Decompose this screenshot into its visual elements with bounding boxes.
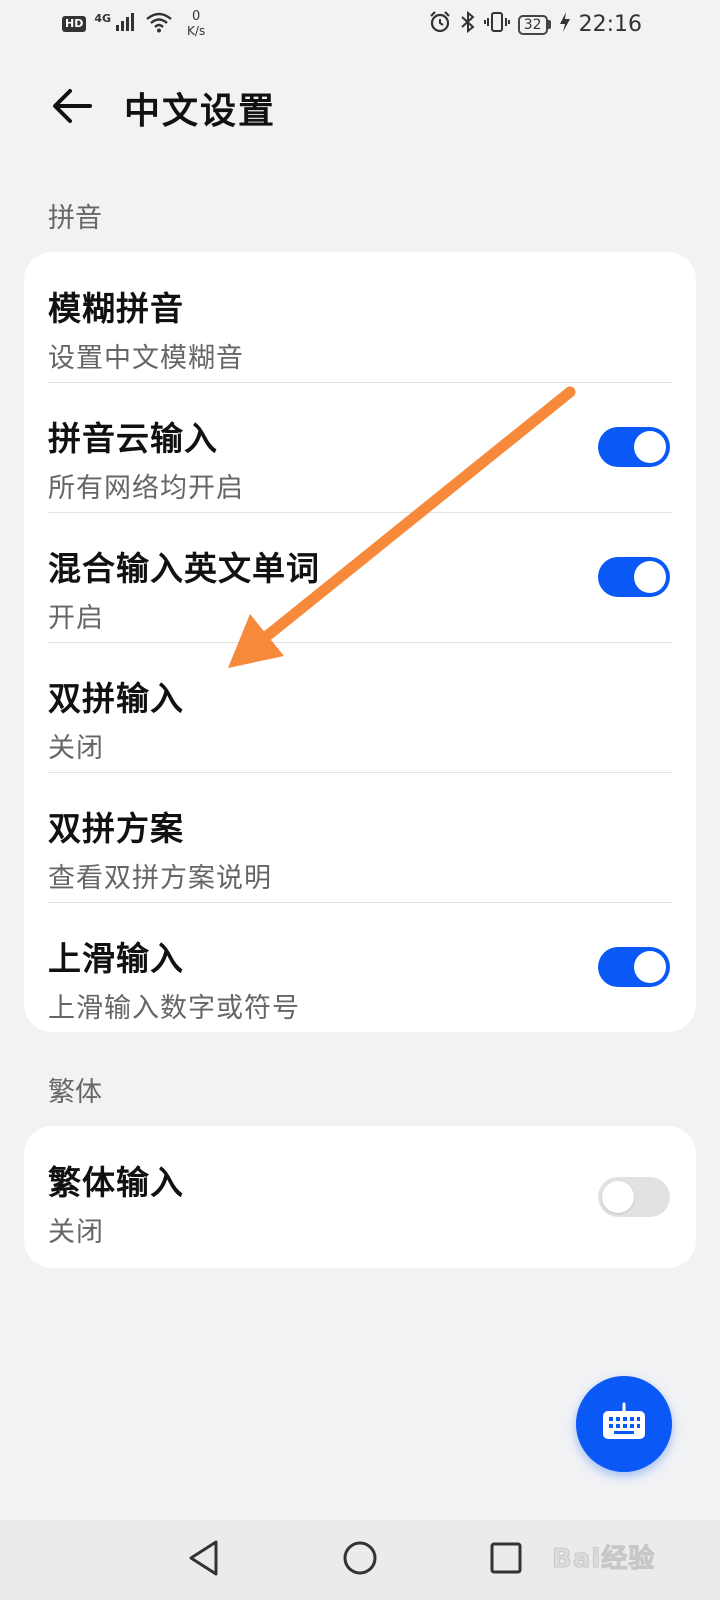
square-recents-icon: [488, 1540, 524, 1580]
toggle-knob: [634, 561, 666, 593]
setting-subtitle: 上滑输入数字或符号: [48, 993, 300, 1024]
setting-subtitle: 设置中文模糊音: [48, 343, 244, 374]
setting-title: 双拼方案: [48, 809, 184, 848]
battery-level: 32: [517, 14, 548, 35]
setting-title: 繁体输入: [48, 1163, 184, 1202]
status-right: 32 22:16: [428, 10, 642, 39]
setting-row-traditional-input[interactable]: 繁体输入 关闭: [24, 1126, 696, 1268]
triangle-back-icon: [186, 1539, 222, 1581]
baidu-jingyan-watermark: Bai经验: [551, 1526, 692, 1586]
setting-subtitle: 查看双拼方案说明: [48, 863, 272, 894]
wifi-icon: [145, 11, 173, 38]
card-pinyin: 模糊拼音 设置中文模糊音 拼音云输入 所有网络均开启 混合输入英文单词 开启 双…: [24, 252, 696, 1032]
setting-subtitle: 关闭: [48, 733, 104, 764]
alarm-icon: [428, 10, 452, 39]
setting-title: 模糊拼音: [48, 289, 184, 328]
card-traditional: 繁体输入 关闭: [24, 1126, 696, 1268]
section-label-pinyin: 拼音: [48, 203, 102, 234]
traditional-input-toggle[interactable]: [598, 1177, 670, 1217]
status-bar: HD 4G 0 K/s 32 22:16: [0, 0, 720, 48]
nav-home-button[interactable]: [338, 1538, 382, 1582]
setting-row-mixed-english[interactable]: 混合输入英文单词 开启: [24, 512, 696, 642]
setting-subtitle: 开启: [48, 603, 104, 634]
setting-title: 上滑输入: [48, 939, 184, 978]
watermark-text: Bai经验: [551, 1543, 656, 1574]
setting-subtitle: 关闭: [48, 1217, 104, 1248]
toggle-knob: [634, 431, 666, 463]
speed-value: 0: [191, 9, 201, 24]
battery-tip: [547, 20, 551, 29]
setting-row-fuzzy-pinyin[interactable]: 模糊拼音 设置中文模糊音: [24, 252, 696, 382]
setting-title: 拼音云输入: [48, 419, 218, 458]
setting-title: 混合输入英文单词: [48, 549, 320, 588]
header: 中文设置: [0, 70, 720, 140]
bluetooth-icon: [460, 10, 476, 39]
toggle-knob: [634, 951, 666, 983]
setting-subtitle: 所有网络均开启: [48, 473, 244, 504]
clock: 22:16: [578, 12, 642, 37]
nav-back-button[interactable]: [182, 1538, 226, 1582]
swipe-up-input-toggle[interactable]: [598, 947, 670, 987]
setting-title: 双拼输入: [48, 679, 184, 718]
arrow-left-icon: [50, 86, 94, 130]
nav-recents-button[interactable]: [484, 1538, 528, 1582]
signal-icon: [115, 12, 137, 37]
cloud-input-toggle[interactable]: [598, 427, 670, 467]
setting-row-double-pinyin-scheme[interactable]: 双拼方案 查看双拼方案说明: [24, 772, 696, 902]
status-left: HD 4G 0 K/s: [62, 10, 205, 38]
network-speed: 0 K/s: [187, 9, 206, 39]
section-label-traditional: 繁体: [48, 1077, 102, 1108]
page-title: 中文设置: [124, 91, 277, 132]
speed-unit: K/s: [187, 24, 206, 38]
vibrate-icon: [483, 10, 510, 39]
mixed-english-toggle[interactable]: [598, 557, 670, 597]
charging-icon: [559, 11, 571, 38]
screen: HD 4G 0 K/s 32 22:16 中文设置 拼音 模糊拼音 设置中文模糊…: [0, 0, 720, 1600]
keyboard-fab-button[interactable]: [576, 1376, 672, 1472]
keyboard-icon: [601, 1402, 647, 1446]
setting-row-swipe-up-input[interactable]: 上滑输入 上滑输入数字或符号: [24, 902, 696, 1032]
setting-row-double-pinyin[interactable]: 双拼输入 关闭: [24, 642, 696, 772]
network-type: 4G: [94, 11, 112, 25]
hd-badge: HD: [62, 16, 87, 32]
back-button[interactable]: [44, 80, 100, 136]
battery-indicator: 32: [517, 14, 551, 35]
toggle-knob: [602, 1181, 634, 1213]
circle-home-icon: [341, 1539, 379, 1581]
setting-row-cloud-input[interactable]: 拼音云输入 所有网络均开启: [24, 382, 696, 512]
